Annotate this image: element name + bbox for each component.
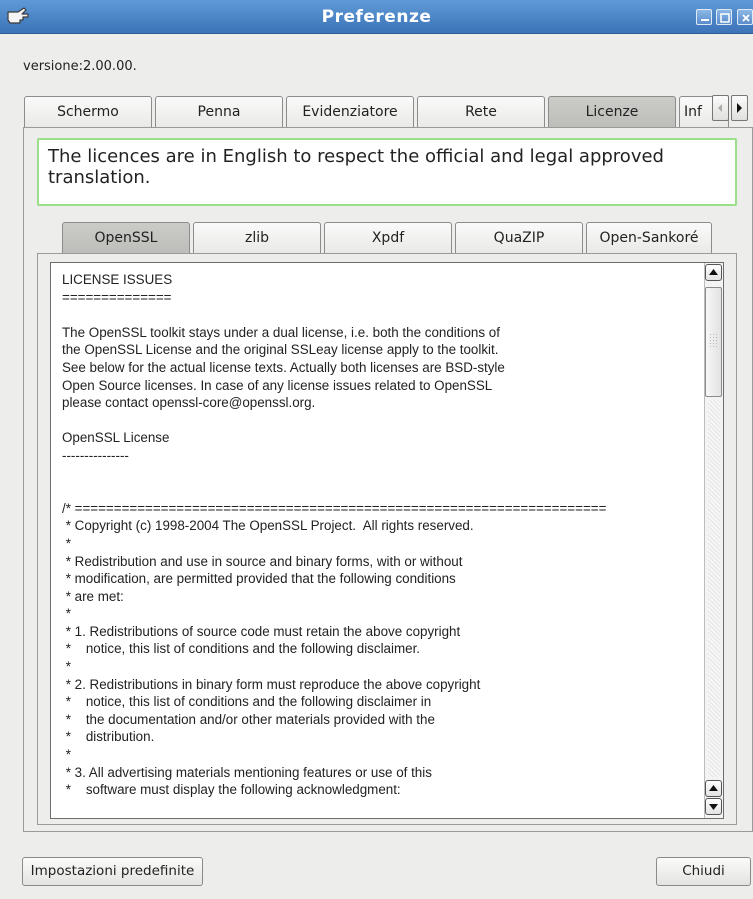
tab-penna[interactable]: Penna: [155, 96, 283, 127]
tab-scroll-left-button[interactable]: [712, 95, 729, 121]
license-text: LICENSE ISSUES ============== The OpenSS…: [62, 272, 607, 798]
tab-xpdf[interactable]: Xpdf: [324, 222, 452, 253]
tab-licenze[interactable]: Licenze: [548, 96, 676, 127]
close-window-button[interactable]: [737, 9, 753, 25]
tab-scroll-right-button[interactable]: [731, 95, 748, 121]
tab-schermo[interactable]: Schermo: [24, 96, 152, 127]
minimize-button[interactable]: [696, 9, 712, 25]
scroll-up-button-lower[interactable]: [705, 780, 722, 797]
license-text-view[interactable]: LICENSE ISSUES ============== The OpenSS…: [50, 262, 724, 819]
scroll-down-button[interactable]: [705, 798, 722, 815]
scrollbar-track[interactable]: [708, 400, 720, 777]
close-icon: [742, 14, 750, 22]
arrow-up-icon: [709, 269, 718, 275]
maximize-button[interactable]: [716, 9, 732, 25]
close-button[interactable]: Chiudi: [656, 857, 751, 886]
minimize-icon: [701, 19, 709, 21]
tab-openssl[interactable]: OpenSSL: [62, 222, 190, 253]
restore-defaults-button[interactable]: Impostazioni predefinite: [22, 857, 203, 886]
arrow-up-icon: [709, 785, 718, 791]
window-title: Preferenze: [321, 7, 432, 27]
arrow-right-icon: [737, 103, 742, 113]
tab-quazip[interactable]: QuaZIP: [455, 222, 583, 253]
tab-open-sankore[interactable]: Open-Sankoré: [586, 222, 712, 253]
licence-notice: The licences are in English to respect t…: [37, 138, 737, 206]
scrollbar-handle[interactable]: [705, 287, 722, 397]
scroll-up-button[interactable]: [705, 264, 722, 281]
arrow-left-icon: [718, 104, 722, 112]
tab-evidenziatore[interactable]: Evidenziatore: [286, 96, 414, 127]
arrow-down-icon: [709, 804, 718, 810]
maximize-icon: [720, 13, 730, 23]
grip-icon: [710, 334, 717, 347]
tab-rete[interactable]: Rete: [417, 96, 545, 127]
tab-zlib[interactable]: zlib: [193, 222, 321, 253]
version-label: versione:2.00.00.: [23, 59, 137, 74]
